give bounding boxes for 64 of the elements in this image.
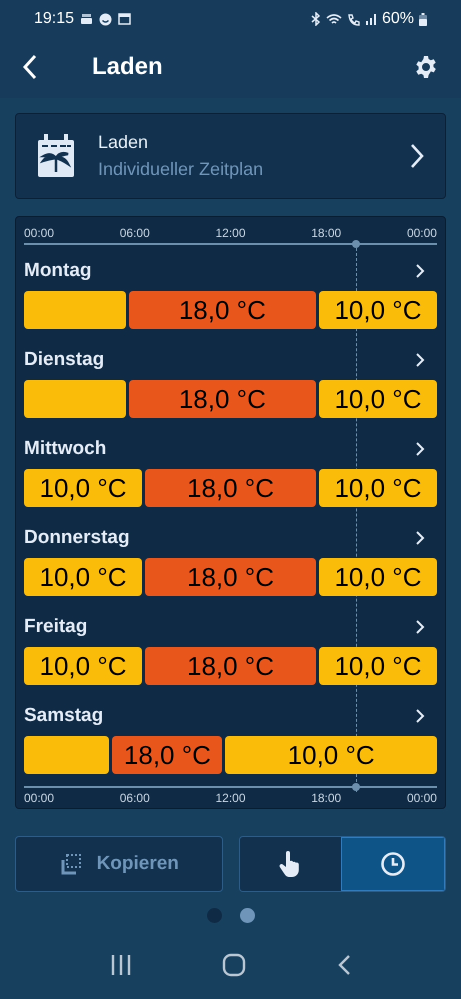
day-name: Donnerstag xyxy=(24,526,130,550)
hand-pointer-icon xyxy=(279,851,302,877)
axis-label: 00:00 xyxy=(24,792,54,804)
back-icon xyxy=(22,54,38,80)
bluetooth-icon xyxy=(310,12,321,26)
chevron-right-icon[interactable] xyxy=(415,708,425,724)
recent-apps-icon[interactable] xyxy=(110,955,132,975)
calendar-icon xyxy=(118,13,132,25)
page-title: Laden xyxy=(92,52,163,82)
axis-label: 12:00 xyxy=(215,227,246,239)
battery-percent: 60% xyxy=(382,9,414,29)
axis-label: 06:00 xyxy=(120,792,150,804)
temperature-segment[interactable]: 10,0 °C xyxy=(318,380,437,418)
profile-subtitle: Individueller Zeitplan xyxy=(98,158,264,181)
chevron-right-icon[interactable] xyxy=(415,619,425,635)
temperature-segment[interactable]: 10,0 °C xyxy=(24,558,142,596)
temperature-segment[interactable]: 10,0 °C xyxy=(318,469,437,507)
chevron-right-icon[interactable] xyxy=(415,530,425,546)
temperature-segment[interactable]: 10,0 °C xyxy=(318,291,437,329)
temperature-segment[interactable]: 10,0 °C xyxy=(318,647,437,685)
chevron-right-icon[interactable] xyxy=(415,441,425,457)
axis-label: 12:00 xyxy=(215,792,246,804)
axis-label: 00:00 xyxy=(24,227,54,239)
profile-card[interactable]: Laden Individueller Zeitplan xyxy=(15,113,446,199)
temperature-segment[interactable]: 18,0 °C xyxy=(128,380,316,418)
settings-icon xyxy=(414,55,438,79)
day-name: Montag xyxy=(24,258,92,283)
temperature-segment[interactable]: 18,0 °C xyxy=(112,736,222,774)
clock-icon xyxy=(380,851,406,877)
calendar-palm-icon xyxy=(36,134,76,178)
copy-icon xyxy=(58,853,83,875)
temperature-segment[interactable]: 10,0 °C xyxy=(318,558,437,596)
home-icon[interactable] xyxy=(222,953,246,977)
chevron-right-icon xyxy=(409,142,425,170)
battery-icon xyxy=(419,12,427,26)
chevron-right-icon[interactable] xyxy=(415,263,425,279)
axis-label: 18:00 xyxy=(311,792,342,804)
signal-icon xyxy=(364,13,377,25)
day-name: Dienstag xyxy=(24,348,104,372)
day-name: Freitag xyxy=(24,614,88,639)
day-name: Samstag xyxy=(24,704,104,728)
temperature-segment[interactable]: 18,0 °C xyxy=(145,558,316,596)
temperature-segment[interactable]: 18,0 °C xyxy=(128,291,316,329)
smiley-icon xyxy=(99,12,112,26)
call-icon xyxy=(346,12,360,26)
back-icon[interactable] xyxy=(336,954,351,976)
axis-label: 00:00 xyxy=(406,227,437,239)
day-name: Mittwoch xyxy=(24,436,106,461)
status-time: 19:15 xyxy=(34,9,74,29)
mode-toggle[interactable] xyxy=(341,837,445,891)
axis-label: 06:00 xyxy=(120,227,150,239)
app-badge-icon xyxy=(80,13,94,25)
chevron-right-icon[interactable] xyxy=(415,352,425,368)
temperature-segment[interactable]: 18,0 °C xyxy=(145,469,316,507)
copy-button[interactable]: Kopieren xyxy=(15,836,222,892)
axis-label: 00:00 xyxy=(406,792,437,804)
temperature-segment[interactable]: 10,0 °C xyxy=(225,736,437,774)
axis-label: 18:00 xyxy=(311,227,342,239)
profile-title: Laden xyxy=(98,131,150,154)
temperature-segment[interactable]: 10,0 °C xyxy=(24,647,142,685)
temperature-segment[interactable]: 18,0 °C xyxy=(145,647,316,685)
temperature-segment[interactable]: 10,0 °C xyxy=(24,469,142,507)
mode-toggle[interactable] xyxy=(240,837,342,891)
wifi-icon xyxy=(326,12,342,26)
